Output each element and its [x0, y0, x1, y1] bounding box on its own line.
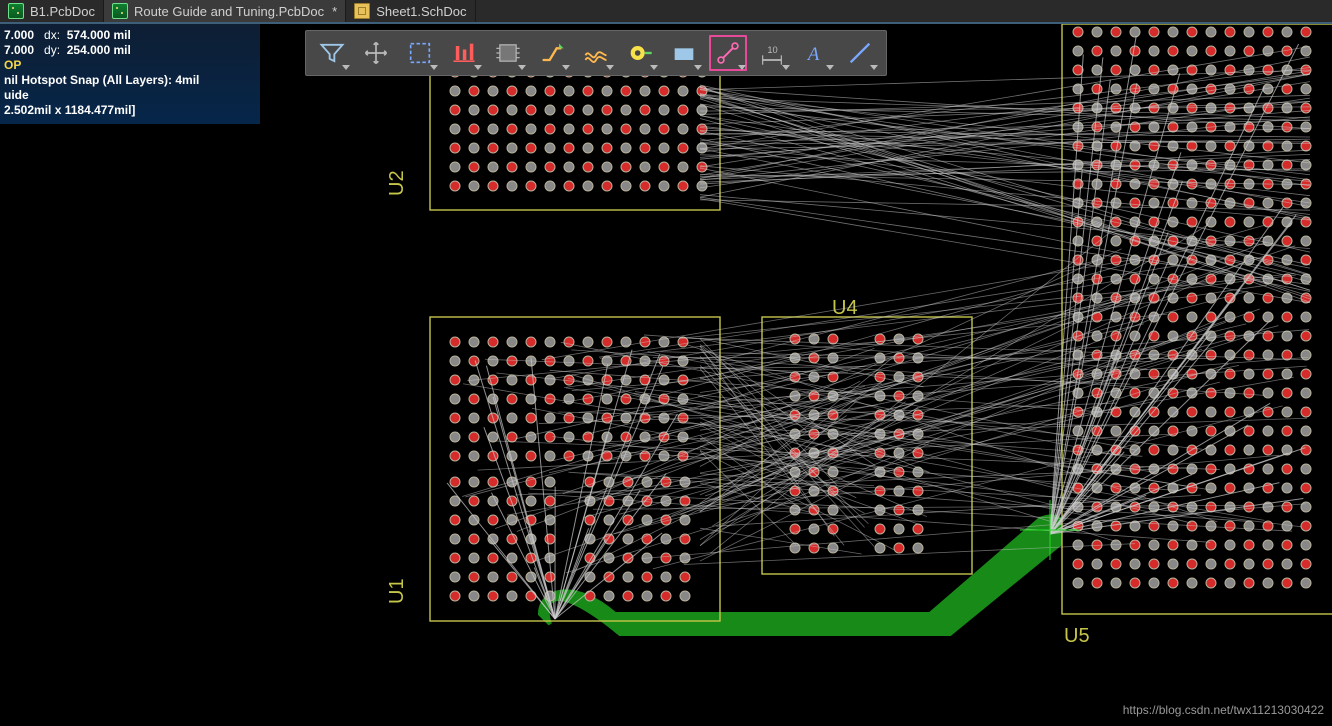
- route-button[interactable]: [532, 34, 572, 72]
- chevron-down-icon: [518, 65, 526, 70]
- watermark-text: https://blog.csdn.net/twx11213030422: [1123, 703, 1324, 717]
- chevron-down-icon: [342, 65, 350, 70]
- hud-tool: uide: [4, 88, 29, 102]
- svg-text:A: A: [806, 44, 820, 65]
- svg-text:10: 10: [767, 45, 777, 55]
- via-button[interactable]: [620, 34, 660, 72]
- tab-route-guide[interactable]: Route Guide and Tuning.PcbDoc *: [104, 0, 346, 22]
- chevron-down-icon: [606, 65, 614, 70]
- diff-route-button[interactable]: [576, 34, 616, 72]
- move-button[interactable]: [356, 34, 396, 72]
- chevron-down-icon: [562, 65, 570, 70]
- place-component-button[interactable]: [488, 34, 528, 72]
- hud-snap: nil Hotspot Snap (All Layers): 4mil: [4, 73, 199, 87]
- modified-indicator: *: [332, 4, 337, 19]
- active-bar: 10 A: [305, 30, 887, 76]
- chevron-down-icon: [474, 65, 482, 70]
- draw-line-button[interactable]: [840, 34, 880, 72]
- pcb-icon: [8, 3, 24, 19]
- pcb-editor-canvas[interactable]: U1U2U4U5: [0, 24, 1332, 721]
- hud-layer: OP: [4, 58, 256, 73]
- dimension-button[interactable]: 10: [752, 34, 792, 72]
- hud-y: 7.000: [4, 43, 34, 57]
- filter-button[interactable]: [312, 34, 352, 72]
- hud-x: 7.000: [4, 28, 34, 42]
- hud-dx: 574.000 mil: [67, 28, 131, 42]
- svg-text:U5: U5: [1064, 625, 1090, 647]
- chevron-down-icon: [694, 65, 702, 70]
- align-button[interactable]: [444, 34, 484, 72]
- svg-text:U2: U2: [386, 170, 408, 196]
- tab-label: Route Guide and Tuning.PcbDoc: [134, 4, 324, 19]
- fill-button[interactable]: [664, 34, 704, 72]
- heads-up-display: 7.000 dx: 574.000 mil 7.000 dy: 254.000 …: [0, 24, 260, 124]
- chevron-down-icon: [870, 65, 878, 70]
- document-tabs: B1.PcbDoc Route Guide and Tuning.PcbDoc …: [0, 0, 1332, 24]
- chevron-down-icon: [826, 65, 834, 70]
- place-line-button[interactable]: [708, 34, 748, 72]
- tab-b1[interactable]: B1.PcbDoc: [0, 0, 104, 22]
- tab-sheet1[interactable]: Sheet1.SchDoc: [346, 0, 475, 22]
- chevron-down-icon: [430, 65, 438, 70]
- hud-dy: 254.000 mil: [67, 43, 131, 57]
- svg-text:U1: U1: [386, 578, 408, 604]
- chevron-down-icon: [650, 65, 658, 70]
- schematic-icon: [354, 3, 370, 19]
- tab-label: B1.PcbDoc: [30, 4, 95, 19]
- hud-dims: 2.502mil x 1184.477mil]: [4, 103, 135, 117]
- pcb-icon: [112, 3, 128, 19]
- chevron-down-icon: [738, 65, 746, 70]
- selection-rect-button[interactable]: [400, 34, 440, 72]
- chevron-down-icon: [782, 65, 790, 70]
- tab-label: Sheet1.SchDoc: [376, 4, 466, 19]
- text-button[interactable]: A: [796, 34, 836, 72]
